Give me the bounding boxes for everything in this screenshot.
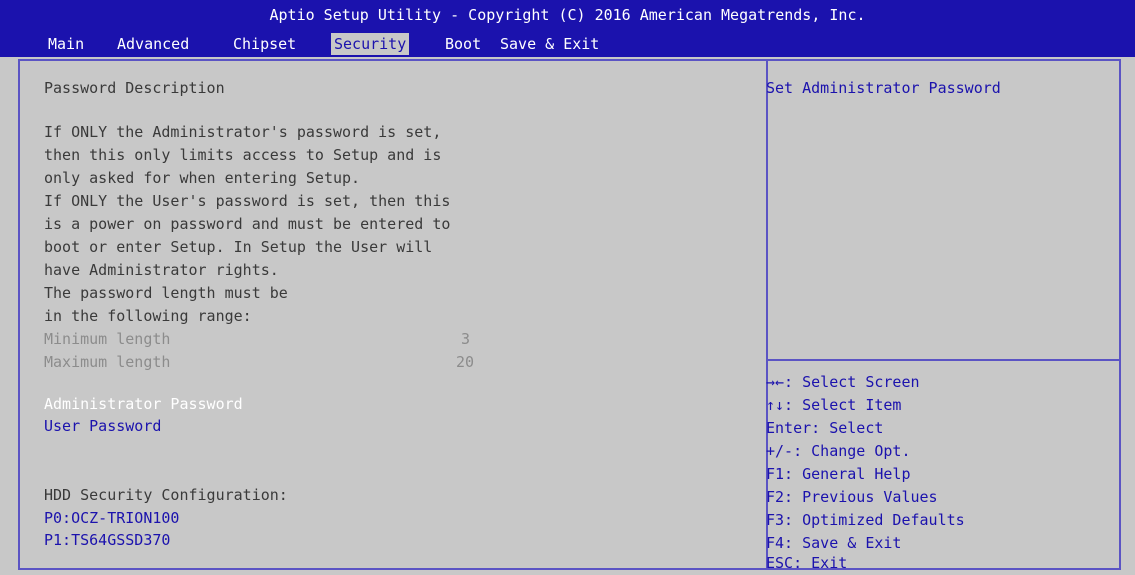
description-line: in the following range: [44,307,252,325]
description-line: then this only limits access to Setup an… [44,146,442,164]
hdd-item-p0[interactable]: P0:OCZ-TRION100 [44,509,179,528]
header-bar: Aptio Setup Utility - Copyright (C) 2016… [0,0,1135,57]
tab-advanced[interactable]: Advanced [117,33,189,55]
description-line: If ONLY the User's password is set, then… [44,192,451,210]
user-password-item[interactable]: User Password [44,417,161,436]
tab-save-exit[interactable]: Save & Exit [500,33,599,55]
hdd-security-heading: HDD Security Configuration: [44,486,288,504]
min-length-label: Minimum length [44,330,171,348]
max-length-value: 20 [456,353,475,371]
max-length-label: Maximum length [44,353,171,371]
description-line: The password length must be [44,284,288,302]
min-length-value: 3 [461,330,471,348]
description-line: If ONLY the Administrator's password is … [44,123,442,141]
key-hint: Enter: Select [766,419,884,437]
administrator-password-item[interactable]: Administrator Password [44,395,243,414]
tab-boot[interactable]: Boot [445,33,481,55]
description-line: have Administrator rights. [44,261,279,279]
key-hint: ↑↓: Select Item [766,396,902,414]
description-line: only asked for when entering Setup. [44,169,361,187]
key-hint: F4: Save & Exit [766,534,902,552]
password-description-heading: Password Description [44,79,225,97]
tab-security[interactable]: Security [331,33,410,55]
key-hint: ESC: Exit [766,554,848,572]
key-hint: →←: Select Screen [766,373,920,391]
help-text: Set Administrator Password [766,79,1001,97]
tab-main[interactable]: Main [48,33,84,55]
hdd-item-p1[interactable]: P1:TS64GSSD370 [44,531,170,550]
key-hint: F3: Optimized Defaults [766,511,965,529]
help-divider [768,359,1121,361]
key-hint: F1: General Help [766,465,911,483]
description-line: boot or enter Setup. In Setup the User w… [44,238,433,256]
key-hint: +/-: Change Opt. [766,442,911,460]
app-title: Aptio Setup Utility - Copyright (C) 2016… [269,6,866,24]
key-hint: F2: Previous Values [766,488,938,506]
description-line: is a power on password and must be enter… [44,215,451,233]
tab-chipset[interactable]: Chipset [233,33,296,55]
